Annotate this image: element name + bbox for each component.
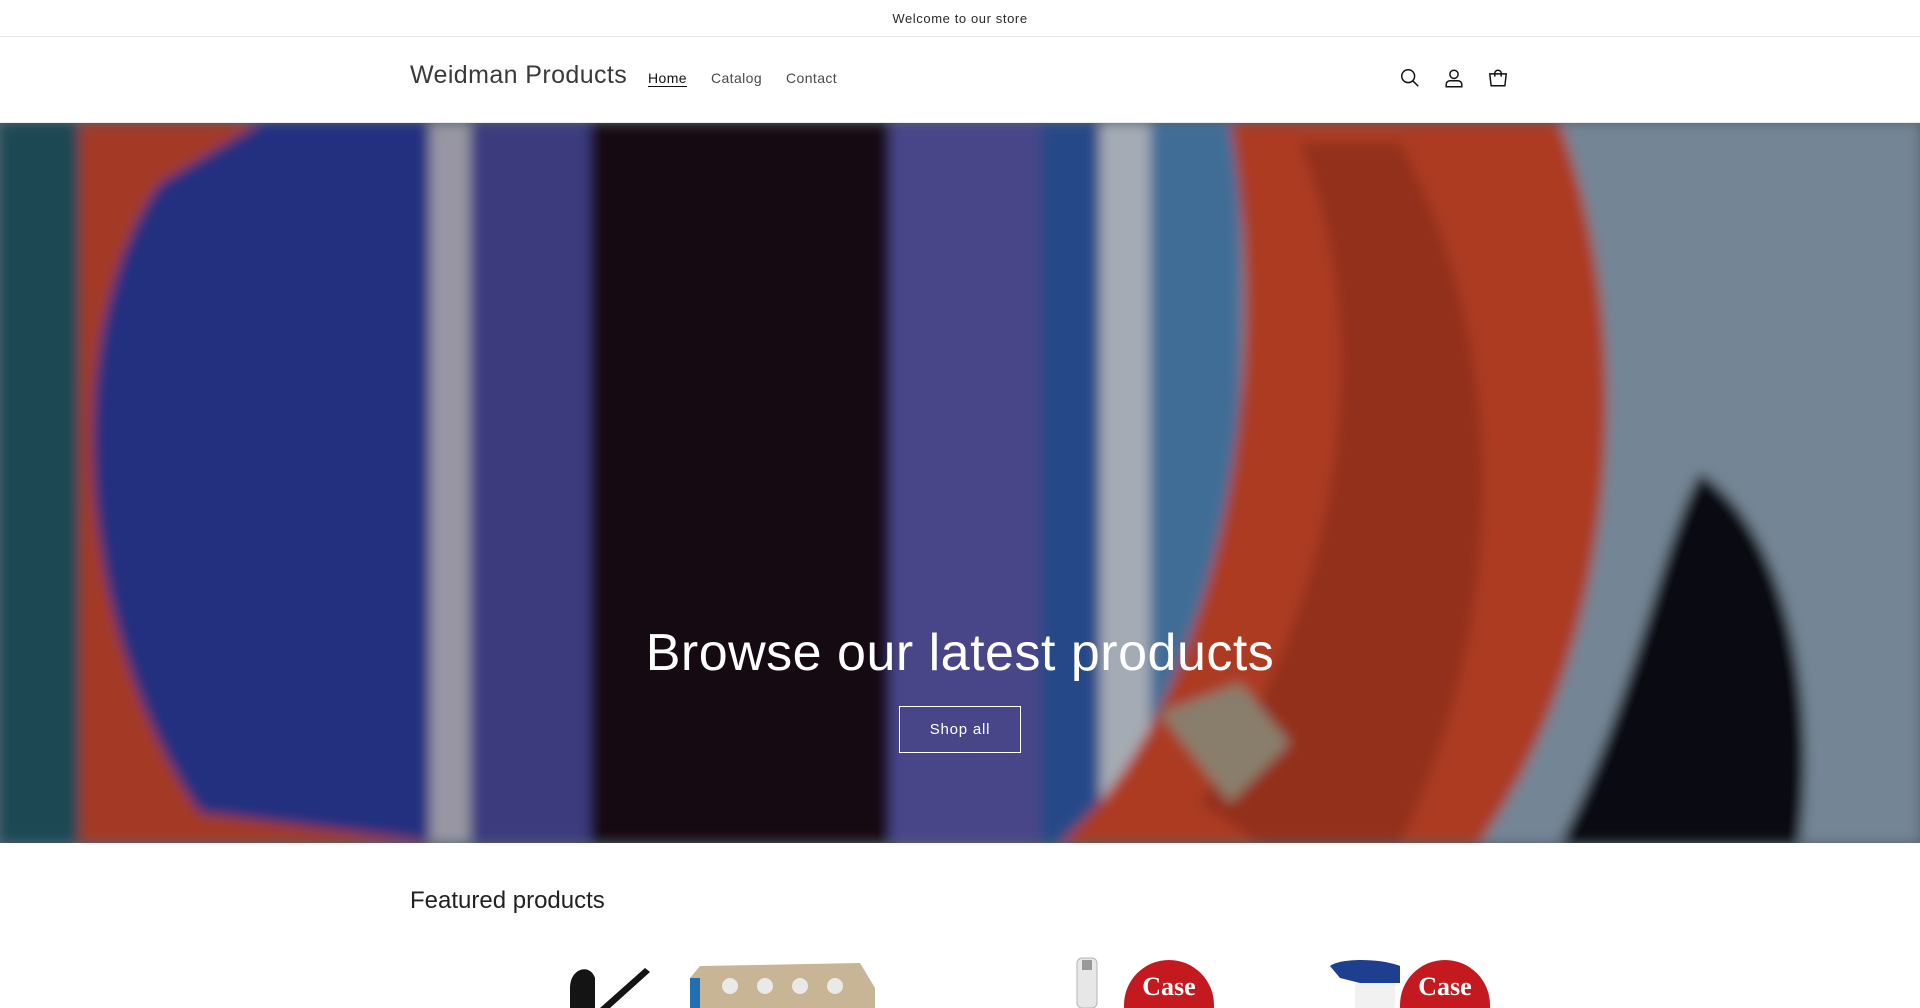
- cart-icon[interactable]: [1483, 63, 1513, 93]
- product-image: [690, 963, 875, 1008]
- product-card[interactable]: Case: [1320, 948, 1580, 1008]
- search-icon[interactable]: [1395, 63, 1425, 93]
- featured-title: Featured products: [410, 887, 605, 914]
- product-card[interactable]: [410, 948, 670, 1008]
- featured-products: Featured products Case Case: [0, 843, 1920, 1008]
- site-header: Weidman Products Home Catalog Contact: [0, 37, 1920, 123]
- shop-all-button[interactable]: Shop all: [899, 706, 1021, 753]
- store-logo[interactable]: Weidman Products: [410, 61, 627, 90]
- main-nav: Home Catalog Contact: [648, 70, 837, 86]
- announcement-text: Welcome to our store: [892, 10, 1028, 26]
- product-image: [570, 968, 650, 1008]
- header-icons: [1395, 63, 1513, 93]
- nav-catalog[interactable]: Catalog: [711, 70, 762, 86]
- hero-title: Browse our latest products: [645, 624, 1275, 682]
- hero-banner: Browse our latest products Shop all: [0, 123, 1920, 843]
- product-card[interactable]: [680, 948, 940, 1008]
- account-icon[interactable]: [1439, 63, 1469, 93]
- product-card[interactable]: Case: [1050, 948, 1310, 1008]
- nav-contact[interactable]: Contact: [786, 70, 837, 86]
- announcement-bar: Welcome to our store: [0, 0, 1920, 37]
- nav-home[interactable]: Home: [648, 70, 687, 86]
